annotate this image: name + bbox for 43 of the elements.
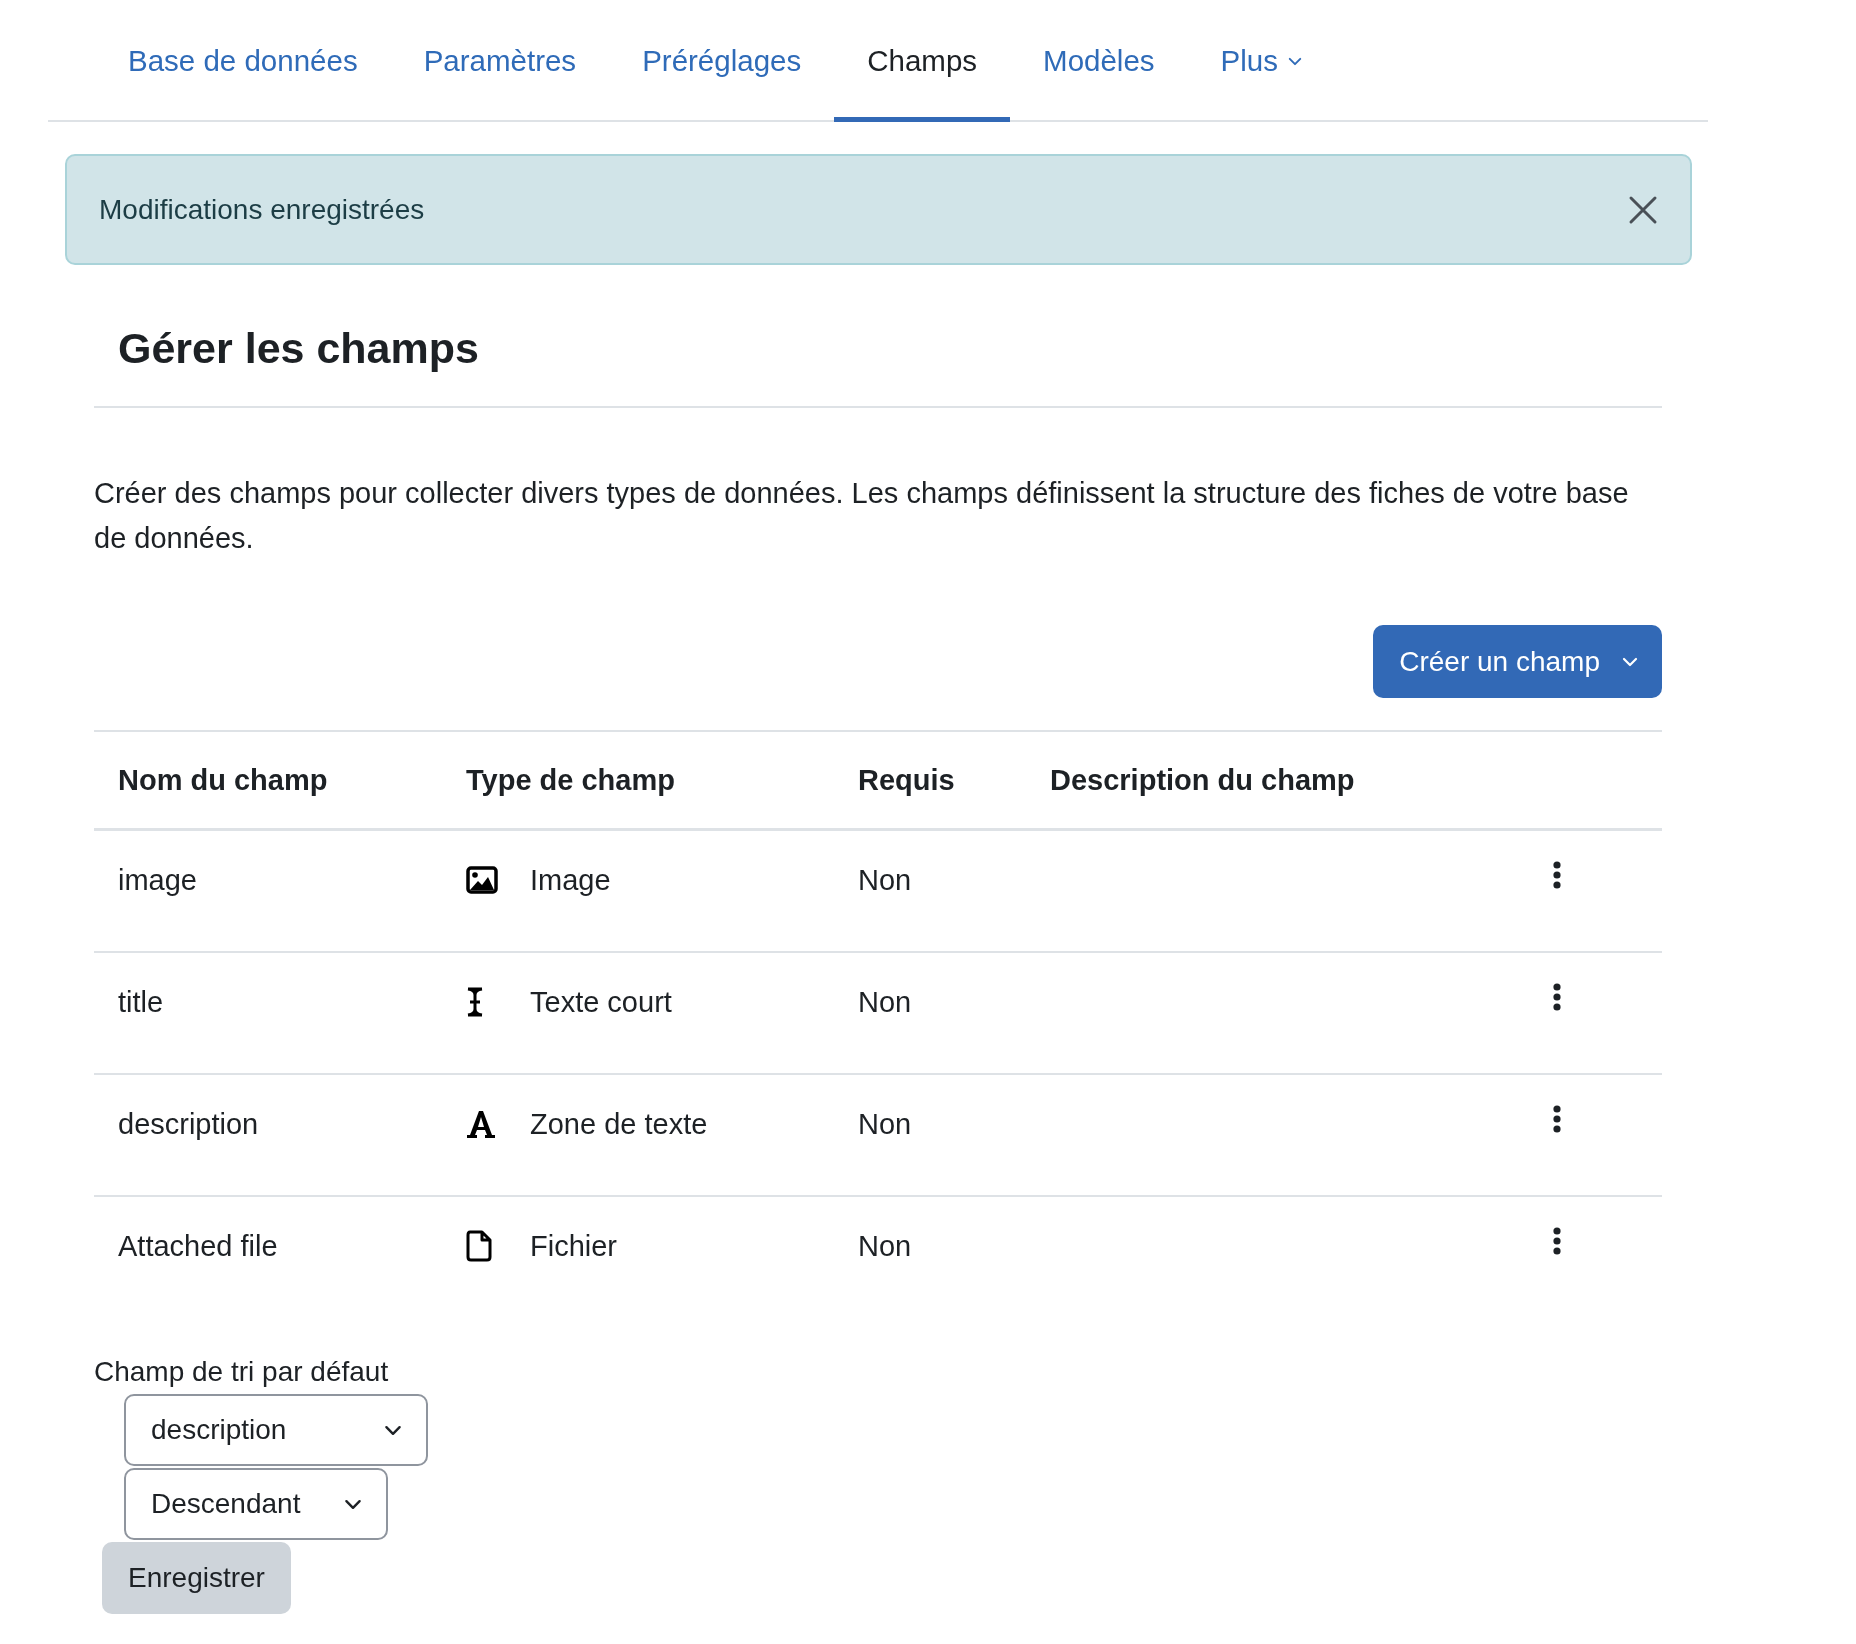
column-header: Requis (857, 763, 956, 797)
table-cell-text: Non (857, 1229, 913, 1263)
table-cell: Texte court (530, 985, 672, 1019)
table-cell: Zone de texte (530, 1107, 708, 1141)
more-options-icon[interactable] (1553, 983, 1561, 1011)
table-cell-text: Non (857, 863, 913, 897)
column-header: Description du champ (1049, 763, 1356, 797)
image-icon (466, 866, 498, 894)
table-cell: Image (530, 863, 611, 897)
caret-icon (1622, 656, 1638, 667)
nav-tab[interactable]: Modèles (1010, 0, 1188, 122)
table-cell-text: Non (857, 1107, 913, 1141)
page-heading: Gérer les champs (94, 322, 1662, 408)
caret-icon (384, 1424, 402, 1436)
more-options-icon[interactable] (1553, 1227, 1561, 1255)
alert-message: Modifications enregistrées (99, 193, 425, 226)
more-options-icon[interactable] (1553, 1105, 1561, 1133)
caret-icon (1287, 56, 1302, 66)
more-options-icon[interactable] (1553, 861, 1561, 889)
save-button[interactable]: Enregistrer (102, 1542, 291, 1614)
file-icon (466, 1230, 492, 1262)
table-cell-text: Non (857, 985, 913, 1019)
close-button[interactable] (1628, 194, 1658, 225)
nav-tab[interactable]: Préréglages (609, 0, 835, 122)
column-header: Nom du champ (117, 763, 329, 797)
create-field-button[interactable]: Créer un champ (1373, 625, 1662, 698)
intro-paragraph: Créer des champs pour collecter divers types de données. Les champs définissent la structure des fiches de votre base de données. (94, 476, 1630, 556)
table-cell-text: image (117, 863, 198, 897)
sort-field-select[interactable]: description (124, 1394, 428, 1466)
nav-tab[interactable]: Base de données (95, 0, 391, 122)
sort-field-label: Champ de tri par défaut (94, 1355, 390, 1389)
caret-icon (344, 1498, 362, 1510)
text-cursor-icon (466, 987, 484, 1017)
table-cell-text: title (117, 985, 165, 1019)
nav-tab[interactable]: Paramètres (390, 0, 610, 122)
nav-tab[interactable]: Champs (834, 0, 1011, 122)
column-header: Type de champ (465, 763, 676, 797)
nav-tab[interactable]: Plus (1187, 0, 1335, 122)
sort-order-select[interactable]: Descendant (124, 1468, 388, 1540)
serif-letter-icon (466, 1109, 496, 1139)
table-cell: Fichier (530, 1229, 617, 1263)
table-cell-text: description (117, 1107, 260, 1141)
table-cell-text: Attached file (117, 1229, 279, 1263)
